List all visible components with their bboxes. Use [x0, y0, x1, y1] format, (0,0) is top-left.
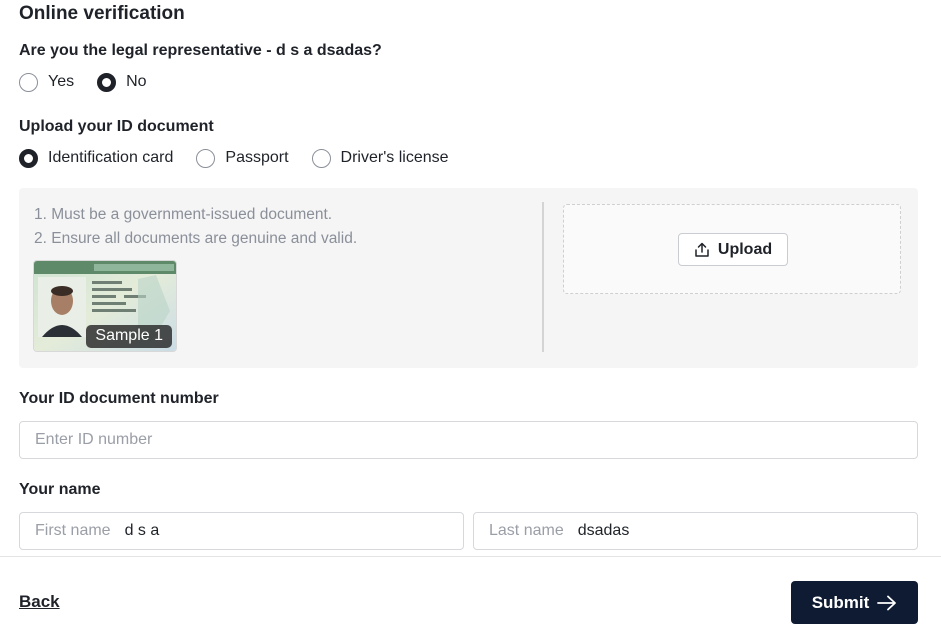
radio-no-circle[interactable]	[97, 72, 117, 92]
radio-drivers-license-label: Driver's license	[340, 149, 449, 166]
legal-rep-question: Are you the legal representative - d s a…	[19, 42, 382, 59]
sample-id-card[interactable]: Sample 1	[33, 260, 177, 352]
first-name-value: d s a	[124, 522, 160, 539]
sample-badge: Sample 1	[86, 325, 172, 348]
radio-no[interactable]: No	[97, 72, 147, 92]
arrow-right-icon	[877, 595, 897, 610]
upload-button-label: Upload	[717, 240, 773, 258]
upload-button[interactable]: Upload	[678, 233, 788, 266]
upload-panel: 1. Must be a government-issued document.…	[19, 188, 918, 368]
upload-dropzone[interactable]: Upload	[563, 204, 901, 294]
instruction-2: 2. Ensure all documents are genuine and …	[34, 230, 358, 247]
panel-divider	[542, 202, 544, 352]
id-number-placeholder: Enter ID number	[35, 431, 153, 448]
instruction-1: 1. Must be a government-issued document.	[34, 206, 333, 223]
last-name-value: dsadas	[577, 522, 630, 539]
page-title: Online verification	[19, 3, 185, 24]
back-link[interactable]: Back	[19, 592, 60, 612]
radio-yes-circle[interactable]	[19, 72, 38, 92]
id-number-input[interactable]: Enter ID number	[19, 421, 918, 459]
radio-yes-label: Yes	[48, 73, 75, 90]
first-name-prefix: First name	[35, 522, 111, 539]
name-label: Your name	[19, 481, 101, 498]
legal-rep-radio-group: Yes No	[19, 71, 170, 93]
id-number-label: Your ID document number	[19, 390, 219, 407]
submit-button-label: Submit	[811, 592, 870, 612]
id-document-label: Upload your ID document	[19, 118, 214, 135]
last-name-prefix: Last name	[489, 522, 564, 539]
radio-passport-circle[interactable]	[196, 148, 216, 168]
upload-icon	[695, 242, 709, 257]
radio-passport-label: Passport	[225, 149, 289, 166]
first-name-input[interactable]: First name d s a	[19, 512, 464, 550]
radio-identification-card-label: Identification card	[48, 149, 174, 166]
radio-identification-card[interactable]: Identification card	[19, 148, 174, 168]
radio-passport[interactable]: Passport	[196, 148, 289, 168]
id-document-radio-group: Identification card Passport Driver's li…	[19, 147, 472, 169]
radio-yes[interactable]: Yes	[19, 72, 75, 92]
submit-button[interactable]: Submit	[791, 581, 918, 624]
last-name-input[interactable]: Last name dsadas	[473, 512, 918, 550]
radio-drivers-license[interactable]: Driver's license	[311, 148, 449, 168]
footer-divider	[0, 556, 941, 557]
radio-drivers-license-circle[interactable]	[311, 148, 331, 168]
radio-identification-card-circle[interactable]	[19, 148, 38, 168]
radio-no-label: No	[126, 73, 147, 90]
